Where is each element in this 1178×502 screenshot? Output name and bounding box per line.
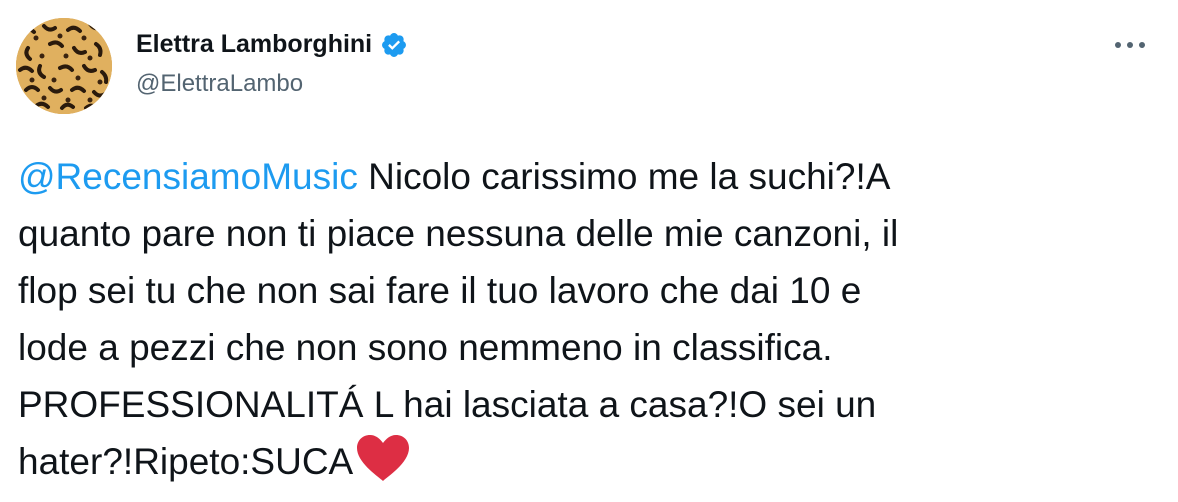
tweet-text-line: lode a pezzi che non sono nemmeno in cla…	[18, 327, 833, 368]
tweet-text: @RecensiamoMusic Nicolo carissimo me la …	[18, 148, 1158, 490]
more-options-button[interactable]	[1108, 30, 1152, 60]
red-heart-icon	[353, 433, 413, 483]
tweet-text-line: PROFESSIONALITÁ L hai lasciata a casa?!O…	[18, 384, 877, 425]
leopard-print-avatar	[16, 18, 112, 114]
tweet[interactable]: Elettra Lamborghini @ElettraLambo @Recen…	[0, 0, 1178, 502]
avatar[interactable]	[16, 18, 112, 114]
tweet-text-segment: Nicolo carissimo me la suchi?!A	[357, 156, 891, 197]
tweet-text-line: @RecensiamoMusic Nicolo carissimo me la …	[18, 148, 1158, 205]
tweet-text-segment: hater?!Ripeto:SUCA	[18, 441, 354, 482]
tweet-text-line: flop sei tu che non sai fare il tuo lavo…	[18, 270, 862, 311]
mention-link[interactable]: @RecensiamoMusic	[18, 156, 358, 197]
author-name-row[interactable]: Elettra Lamborghini	[136, 30, 408, 59]
author-display-name[interactable]: Elettra Lamborghini	[136, 30, 372, 59]
more-horizontal-icon	[1115, 42, 1145, 48]
verified-badge-icon	[380, 31, 408, 59]
tweet-text-line-last: hater?!Ripeto:SUCA	[18, 433, 1158, 490]
author-handle[interactable]: @ElettraLambo	[136, 70, 303, 98]
tweet-text-line: quanto pare non ti piace nessuna delle m…	[18, 213, 899, 254]
